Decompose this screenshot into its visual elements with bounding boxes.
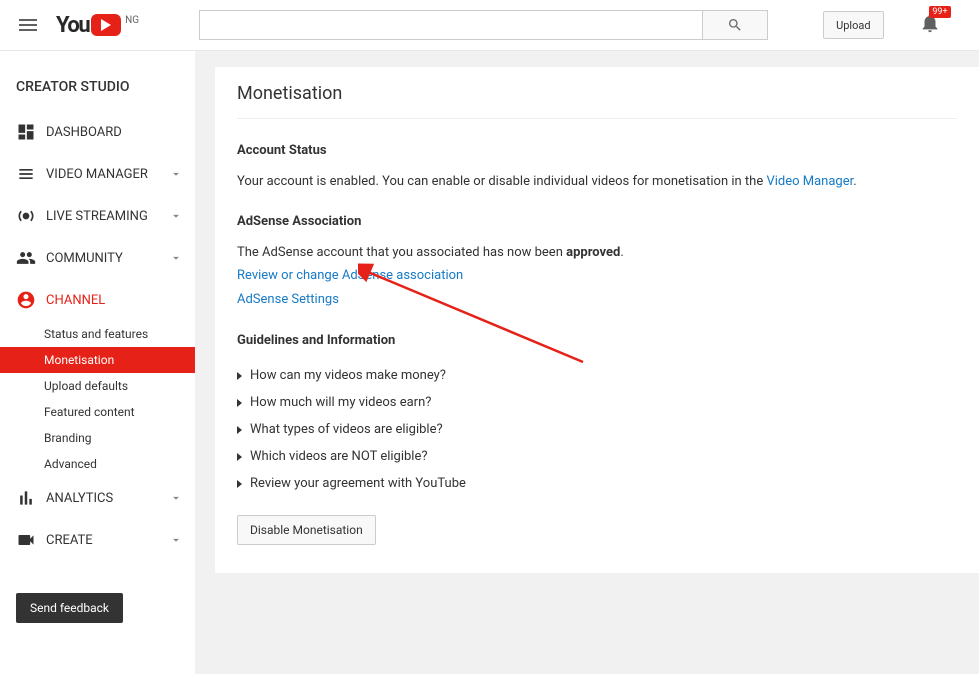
guideline-item[interactable]: How can my videos make money? — [237, 362, 957, 389]
page-title: Monetisation — [237, 83, 957, 119]
sidebar-item-analytics[interactable]: ANALYTICS — [0, 477, 195, 519]
upload-button[interactable]: Upload — [823, 11, 883, 39]
subnav-advanced[interactable]: Advanced — [0, 451, 195, 477]
sidebar-item-live-streaming[interactable]: LIVE STREAMING — [0, 195, 195, 237]
logo-text: You — [56, 13, 89, 38]
chevron-down-icon — [169, 167, 183, 181]
logo[interactable]: You NG — [56, 13, 139, 38]
nav-label: LIVE STREAMING — [46, 209, 148, 224]
logo-play-icon — [91, 14, 121, 36]
live-streaming-icon — [16, 206, 36, 226]
subnav-monetisation[interactable]: Monetisation — [0, 347, 195, 373]
adsense-heading: AdSense Association — [237, 214, 957, 229]
review-adsense-link[interactable]: Review or change AdSense association — [237, 266, 957, 286]
guideline-item[interactable]: How much will my videos earn? — [237, 389, 957, 416]
search-input[interactable] — [199, 10, 703, 40]
dashboard-icon — [16, 122, 36, 142]
nav-label: CREATE — [46, 533, 93, 548]
subnav-branding[interactable]: Branding — [0, 425, 195, 451]
nav-label: VIDEO MANAGER — [46, 167, 148, 182]
search-icon — [727, 17, 743, 33]
guideline-item[interactable]: Which videos are NOT eligible? — [237, 443, 957, 470]
subnav-featured-content[interactable]: Featured content — [0, 399, 195, 425]
nav-label: COMMUNITY — [46, 251, 123, 266]
send-feedback-button[interactable]: Send feedback — [16, 593, 123, 623]
guidelines-heading: Guidelines and Information — [237, 333, 957, 348]
video-manager-link[interactable]: Video Manager — [766, 174, 853, 189]
subnav-status-features[interactable]: Status and features — [0, 321, 195, 347]
channel-icon — [16, 290, 36, 310]
sidebar-item-community[interactable]: COMMUNITY — [0, 237, 195, 279]
community-icon — [16, 248, 36, 268]
video-manager-icon — [16, 164, 36, 184]
nav-label: ANALYTICS — [46, 491, 113, 506]
sidebar-item-create[interactable]: CREATE — [0, 519, 195, 561]
account-status-text: Your account is enabled. You can enable … — [237, 172, 957, 192]
disable-monetisation-button[interactable]: Disable Monetisation — [237, 515, 376, 545]
guideline-item[interactable]: Review your agreement with YouTube — [237, 470, 957, 497]
channel-subnav: Status and features Monetisation Upload … — [0, 321, 195, 477]
main-content: Monetisation Account Status Your account… — [195, 51, 979, 674]
search-form — [199, 10, 768, 40]
monetisation-card: Monetisation Account Status Your account… — [215, 67, 979, 573]
guideline-item[interactable]: What types of videos are eligible? — [237, 416, 957, 443]
search-button[interactable] — [703, 10, 768, 40]
sidebar-item-video-manager[interactable]: VIDEO MANAGER — [0, 153, 195, 195]
notifications-button[interactable]: 99+ — [919, 12, 941, 38]
adsense-settings-link[interactable]: AdSense Settings — [237, 290, 957, 310]
sidebar-item-channel[interactable]: CHANNEL — [0, 279, 195, 321]
adsense-status-text: The AdSense account that you associated … — [237, 243, 957, 263]
country-code: NG — [125, 15, 139, 26]
sidebar-title: CREATOR STUDIO — [0, 71, 195, 111]
nav-label: DASHBOARD — [46, 125, 122, 140]
sidebar-item-dashboard[interactable]: DASHBOARD — [0, 111, 195, 153]
nav-label: CHANNEL — [46, 293, 105, 308]
menu-icon[interactable] — [16, 13, 40, 37]
sidebar: CREATOR STUDIO DASHBOARD VIDEO MANAGER L… — [0, 51, 195, 674]
subnav-upload-defaults[interactable]: Upload defaults — [0, 373, 195, 399]
analytics-icon — [16, 488, 36, 508]
create-icon — [16, 530, 36, 550]
topbar: You NG Upload 99+ — [0, 0, 979, 51]
chevron-down-icon — [169, 251, 183, 265]
chevron-down-icon — [169, 491, 183, 505]
account-status-heading: Account Status — [237, 143, 957, 158]
chevron-down-icon — [169, 209, 183, 223]
chevron-down-icon — [169, 533, 183, 547]
notification-badge: 99+ — [929, 6, 950, 18]
